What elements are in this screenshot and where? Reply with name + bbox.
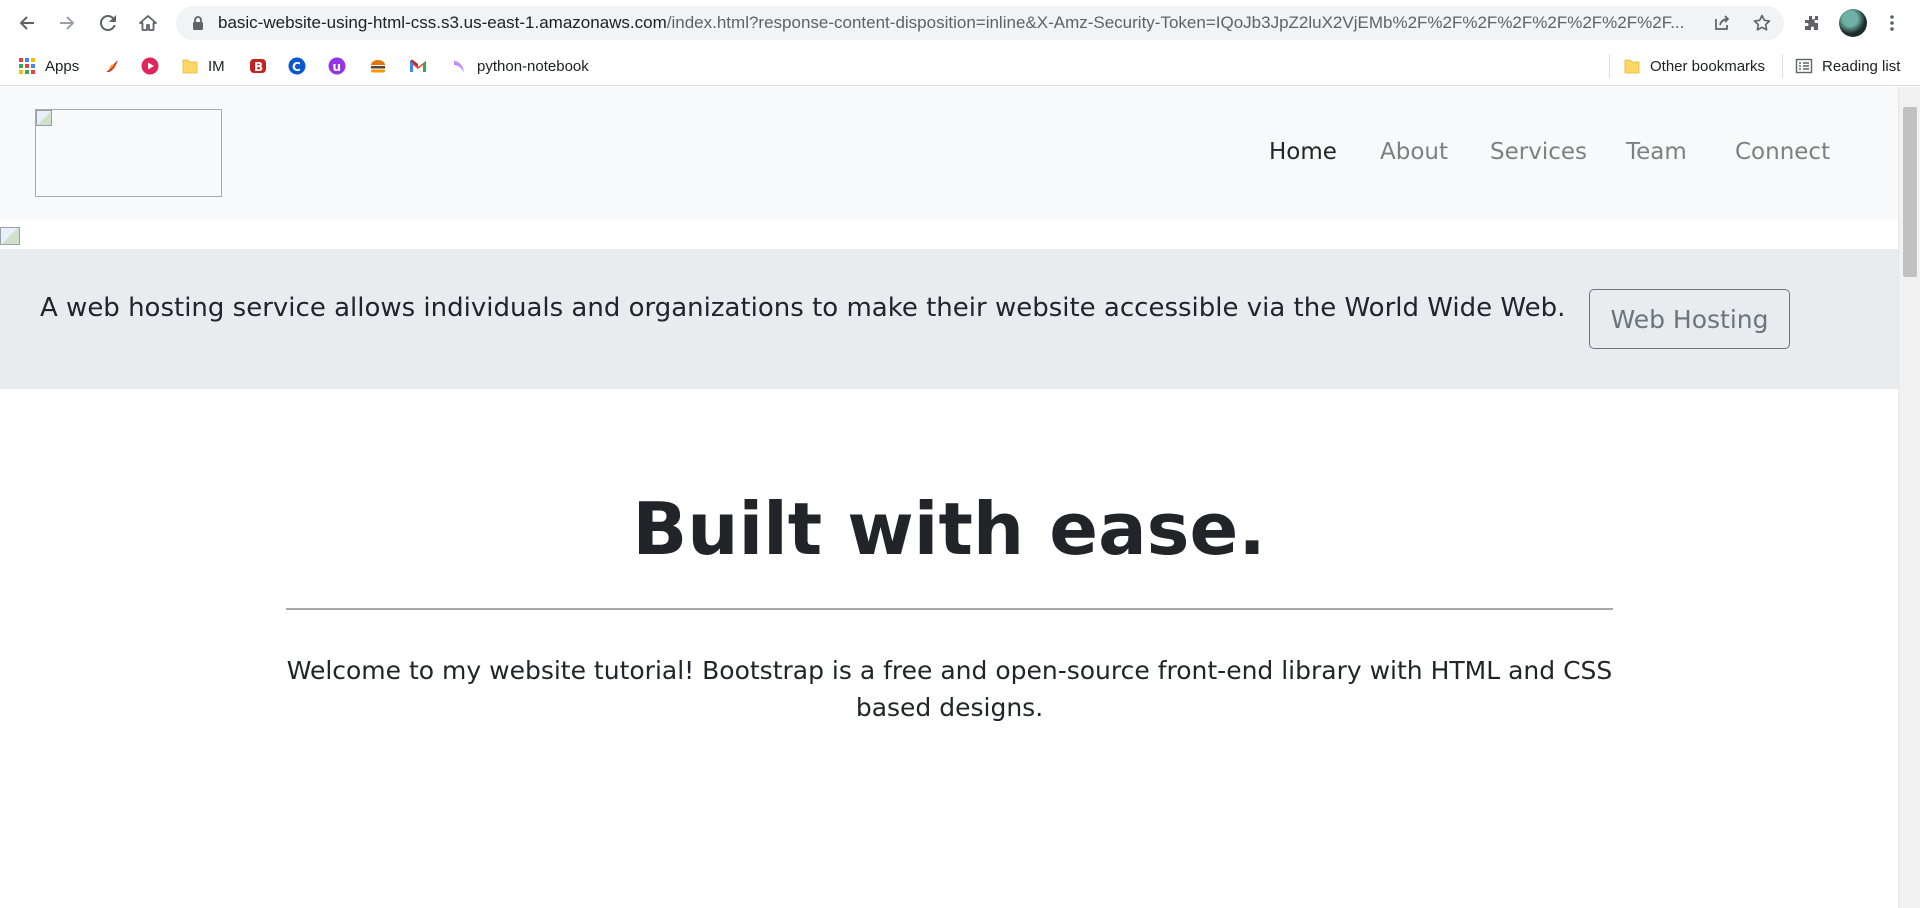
- bookmark-apps[interactable]: Apps: [18, 55, 79, 77]
- bookmark-youtube-music[interactable]: [141, 55, 168, 77]
- jumbotron-text: A web hosting service allows individuals…: [40, 293, 1566, 323]
- page-viewport: Home About Services Team Connect A web h…: [0, 87, 1898, 908]
- bookmark-gmail[interactable]: [409, 55, 436, 77]
- browser-toolbar: basic-website-using-html-css.s3.us-east-…: [0, 0, 1920, 46]
- red-b-icon: B: [250, 59, 266, 74]
- svg-text:C: C: [292, 60, 301, 74]
- web-hosting-button[interactable]: Web Hosting: [1589, 289, 1790, 349]
- bookmark-burger[interactable]: [369, 55, 396, 77]
- burger-icon: [371, 60, 385, 73]
- other-bookmarks-label: Other bookmarks: [1650, 57, 1766, 75]
- url-text[interactable]: basic-website-using-html-css.s3.us-east-…: [218, 6, 1698, 40]
- svg-text:u: u: [333, 60, 342, 74]
- broken-image-icon: [0, 227, 20, 245]
- page-scrollbar[interactable]: [1898, 87, 1920, 908]
- site-logo[interactable]: [35, 109, 222, 197]
- url-host: basic-website-using-html-css.s3.us-east-…: [218, 13, 667, 32]
- purple-u-icon: u: [328, 57, 346, 75]
- reload-icon[interactable]: [92, 7, 124, 39]
- folder-icon: [1624, 59, 1640, 74]
- hero-image: [0, 219, 1898, 249]
- bookmark-im-label: IM: [208, 57, 225, 75]
- lock-icon[interactable]: [190, 15, 206, 31]
- nav-team-link[interactable]: Team: [1626, 139, 1687, 165]
- share-icon[interactable]: [1712, 13, 1732, 33]
- bookmarks-separator: [1782, 54, 1783, 78]
- nav-about-link[interactable]: About: [1380, 139, 1448, 165]
- broken-image-icon: [36, 110, 52, 126]
- scrollbar-thumb[interactable]: [1903, 107, 1917, 277]
- folder-icon: [182, 59, 198, 74]
- gmail-icon: [410, 59, 426, 72]
- browser-menu-icon[interactable]: [1876, 7, 1908, 39]
- section-divider: [286, 608, 1613, 610]
- bookmark-blue-c[interactable]: C: [288, 55, 315, 77]
- nav-services-link[interactable]: Services: [1490, 139, 1587, 165]
- back-arrow-icon[interactable]: [11, 7, 43, 39]
- site-navbar: Home About Services Team Connect: [0, 87, 1898, 219]
- nav-home-link[interactable]: Home: [1269, 139, 1337, 165]
- bookmarks-bar: Apps IM B C u python-notebook Other book…: [0, 46, 1920, 86]
- bookmark-reading-list[interactable]: Reading list: [1795, 55, 1900, 77]
- extensions-puzzle-icon[interactable]: [1796, 7, 1828, 39]
- blue-c-icon: C: [288, 57, 306, 75]
- page-headline: Built with ease.: [632, 487, 1266, 571]
- forward-arrow-icon[interactable]: [51, 7, 83, 39]
- bookmark-folder-im[interactable]: IM: [181, 55, 225, 77]
- apps-grid-icon: [19, 58, 35, 74]
- bookmark-purple-u[interactable]: u: [328, 55, 355, 77]
- bookmark-python-notebook-label: python-notebook: [477, 57, 589, 75]
- reading-list-label: Reading list: [1822, 57, 1901, 75]
- red-swoosh-icon: [106, 60, 118, 72]
- play-circle-icon: [141, 57, 159, 75]
- reading-list-icon: [1795, 58, 1813, 74]
- profile-avatar[interactable]: [1839, 9, 1867, 37]
- bookmark-python-notebook[interactable]: python-notebook: [450, 55, 589, 77]
- url-path: /index.html?response-content-disposition…: [666, 13, 1685, 32]
- bookmark-apps-label: Apps: [45, 57, 80, 75]
- address-bar[interactable]: basic-website-using-html-css.s3.us-east-…: [176, 6, 1784, 40]
- bookmark-other-bookmarks[interactable]: Other bookmarks: [1623, 55, 1765, 77]
- home-icon[interactable]: [132, 7, 164, 39]
- bookmark-star-icon[interactable]: [1752, 13, 1772, 33]
- bookmark-red-b[interactable]: B: [249, 55, 276, 77]
- bookmark-red-swoosh[interactable]: [103, 55, 130, 77]
- nav-connect-link[interactable]: Connect: [1735, 139, 1830, 165]
- notebook-swirl-icon: [454, 61, 464, 73]
- welcome-text: Welcome to my website tutorial! Bootstra…: [286, 656, 1613, 722]
- bookmarks-separator: [1609, 54, 1610, 78]
- svg-text:B: B: [254, 60, 263, 74]
